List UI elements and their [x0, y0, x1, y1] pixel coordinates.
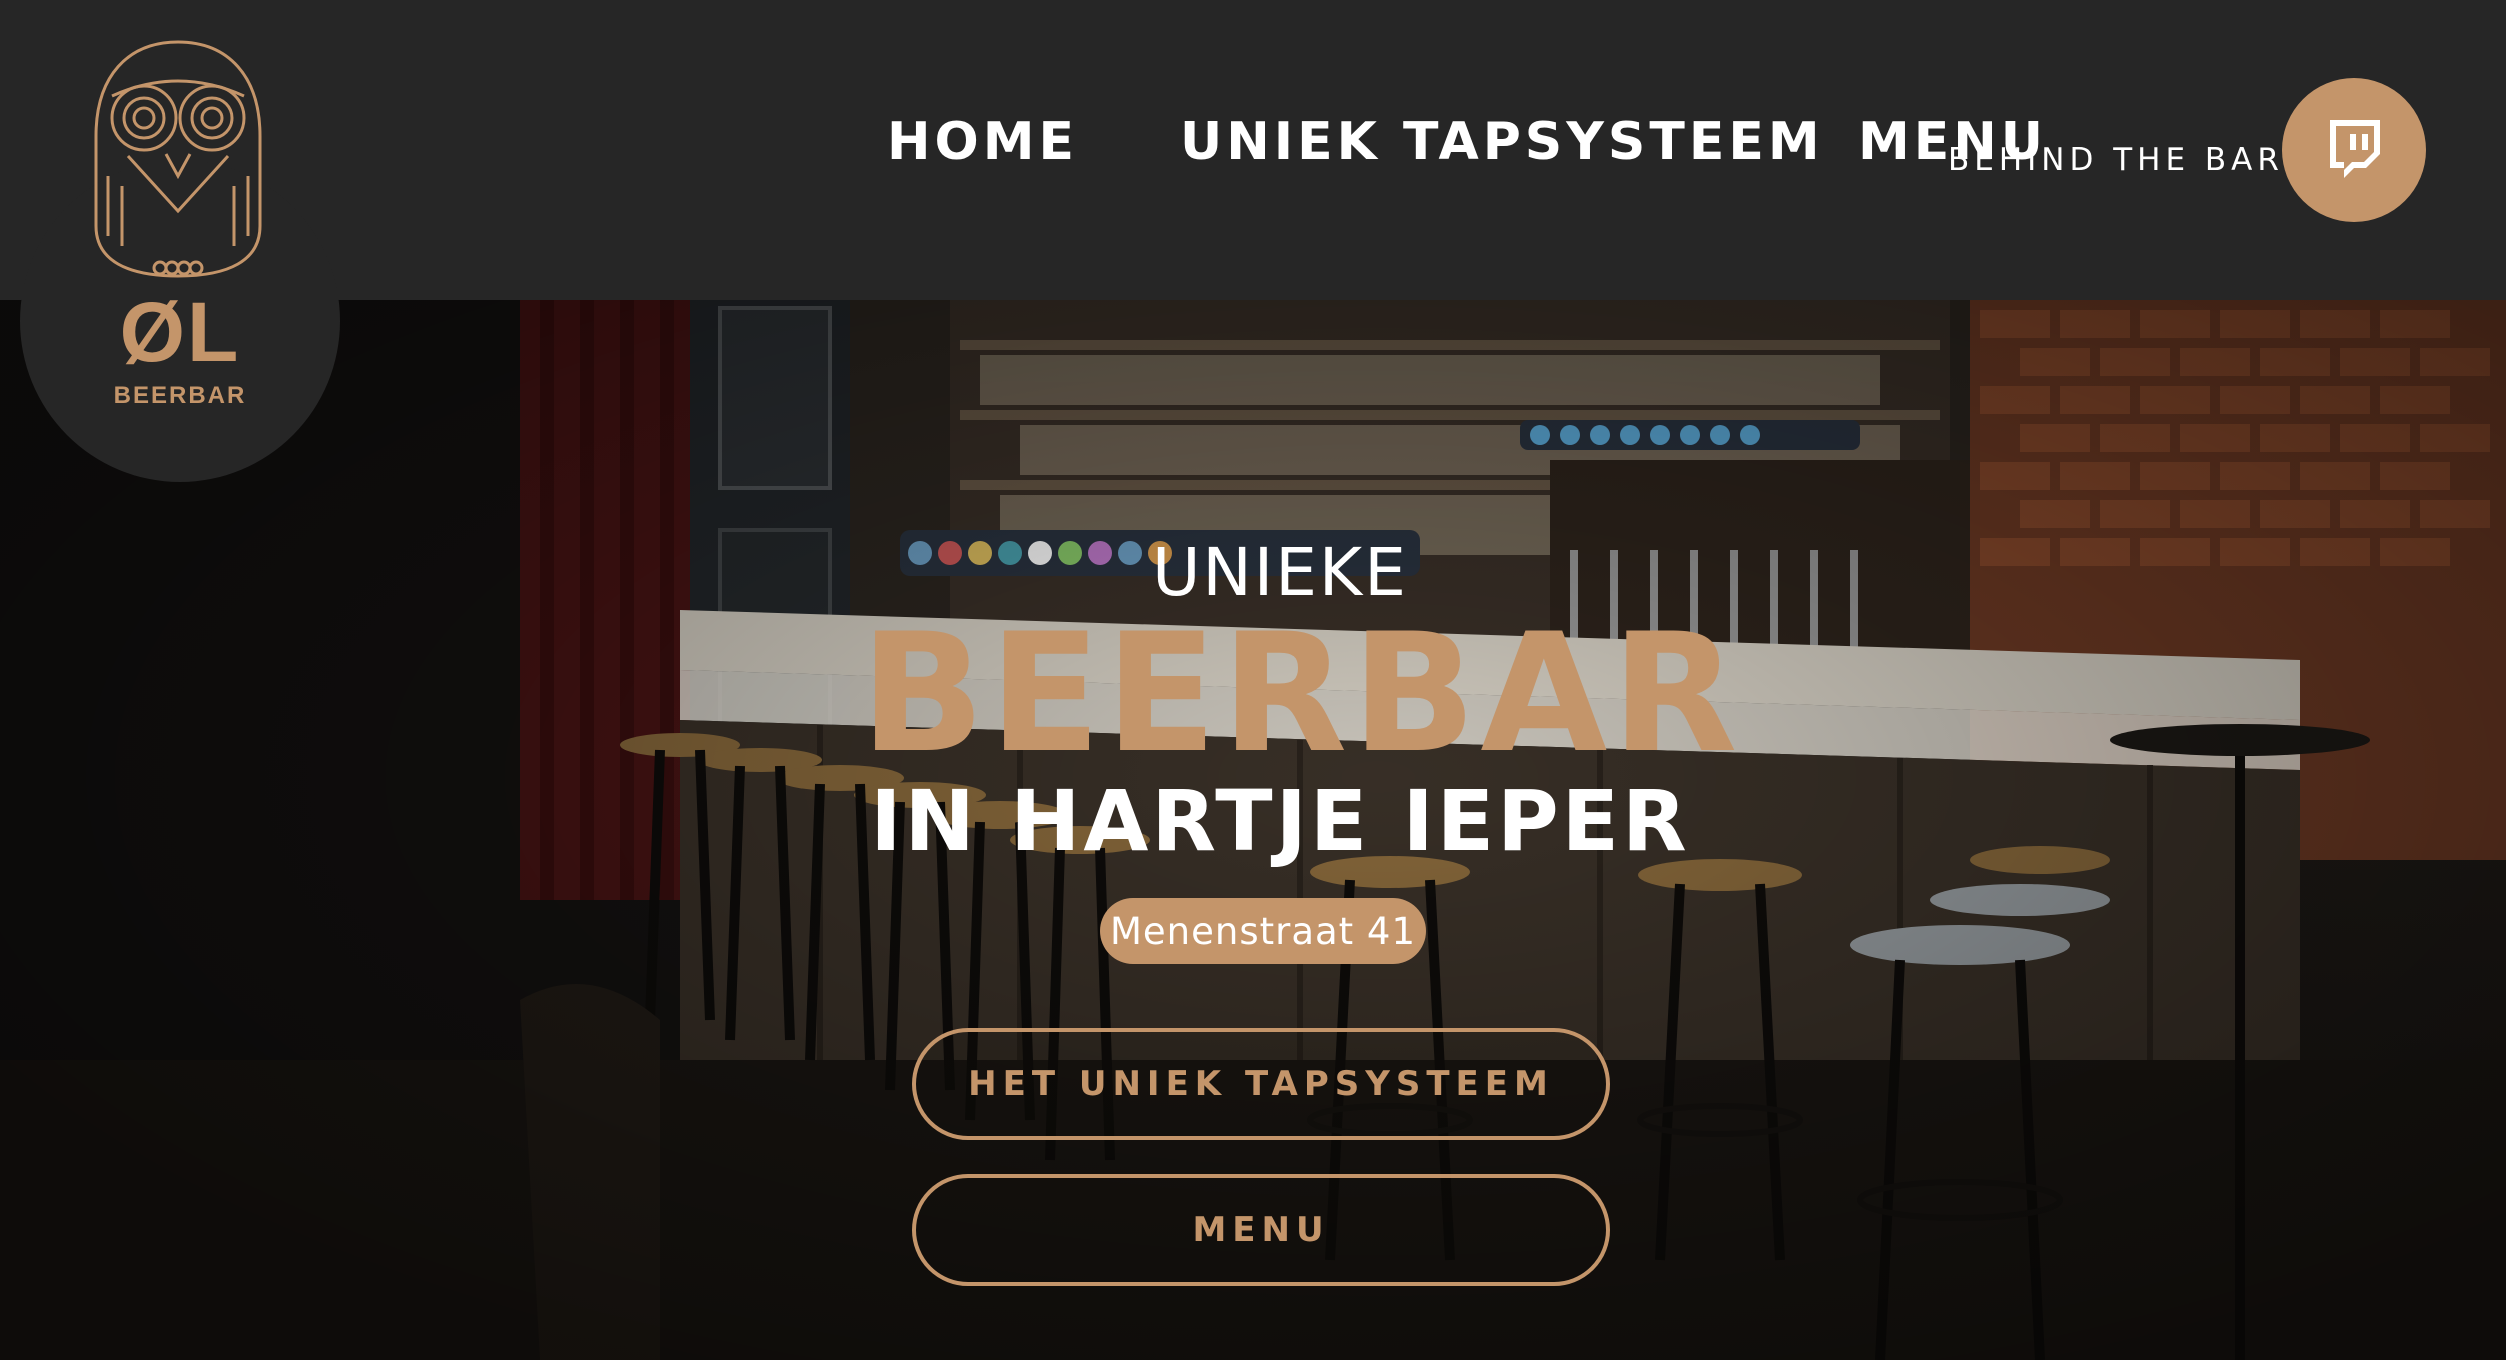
- hero-headline: BEERBAR: [860, 598, 1742, 789]
- twitch-button[interactable]: [2282, 78, 2426, 222]
- owl-logo-icon[interactable]: [88, 36, 268, 286]
- address-badge: Menenstraat 41: [1100, 898, 1426, 964]
- hero-subhead: IN HARTJE IEPER: [870, 772, 1690, 870]
- nav-item-behind-the-bar[interactable]: BEHIND THE BAR: [1948, 142, 2284, 178]
- page: ØL BEERBAR HOME UNIEK TAPSYSTEEM MENU BE…: [0, 0, 2506, 1360]
- logo-wordmark: ØL: [119, 285, 241, 379]
- nav-item-home[interactable]: HOME: [887, 112, 1078, 172]
- twitch-icon: [2330, 120, 2380, 178]
- uniek-tapsysteem-button[interactable]: HET UNIEK TAPSYSTEEM: [912, 1028, 1610, 1140]
- nav-item-uniek-tapsysteem[interactable]: UNIEK TAPSYSTEEM: [1180, 112, 1824, 172]
- logo-text[interactable]: ØL BEERBAR: [20, 290, 340, 410]
- logo-subtitle: BEERBAR: [113, 382, 247, 409]
- menu-button[interactable]: MENU: [912, 1174, 1610, 1286]
